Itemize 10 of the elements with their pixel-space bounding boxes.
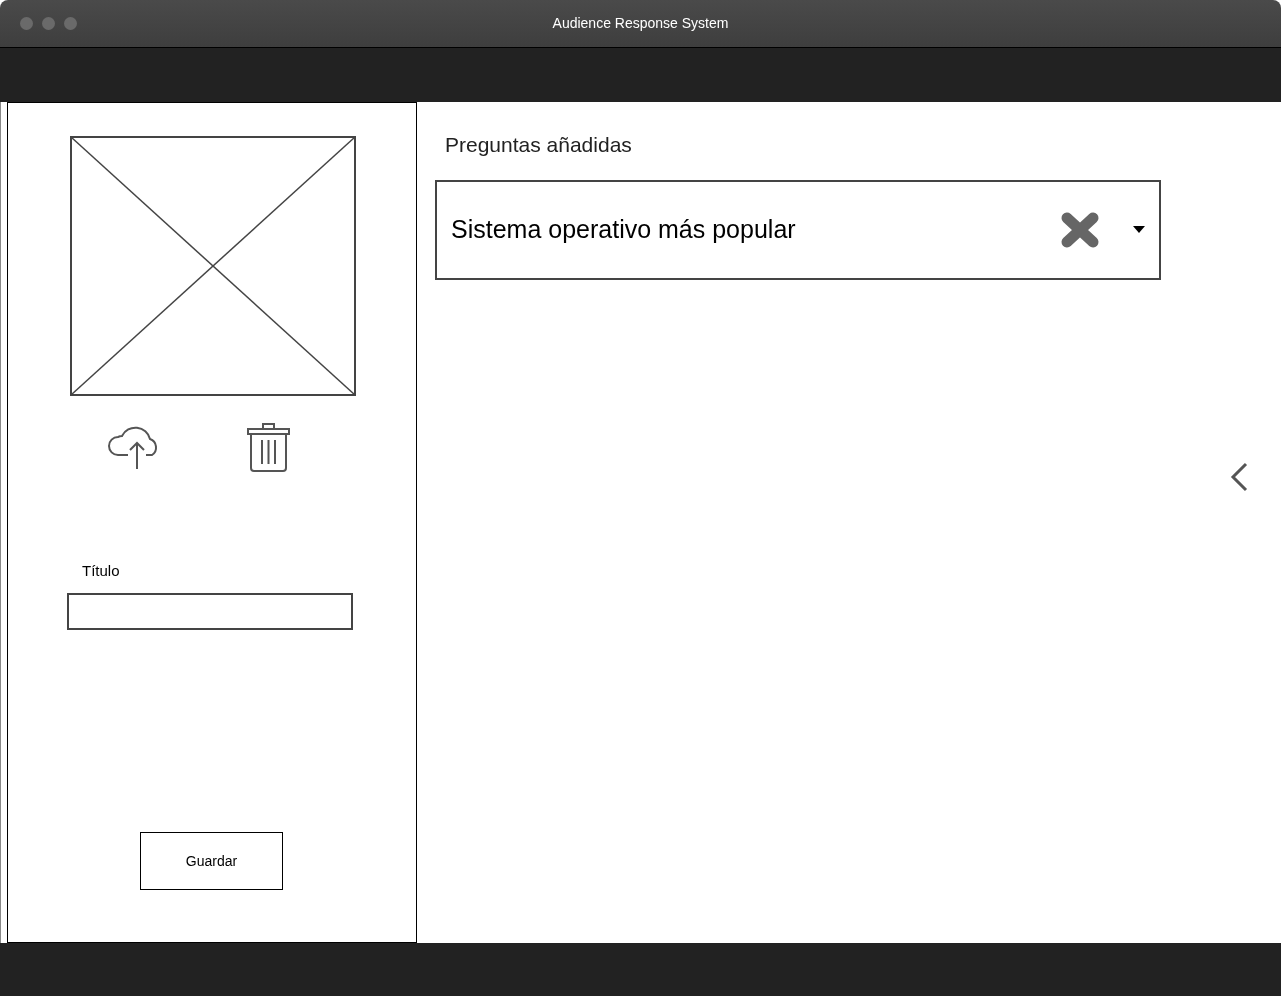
- title-label: Título: [82, 562, 120, 579]
- question-text: Sistema operativo más popular: [451, 213, 797, 245]
- trash-icon[interactable]: [245, 422, 292, 472]
- title-input[interactable]: [67, 593, 353, 630]
- caret-down-icon[interactable]: [1133, 226, 1145, 233]
- question-item[interactable]: Sistema operativo más popular: [435, 179, 1161, 280]
- questions-heading: Preguntas añadidas: [445, 132, 633, 158]
- window-title: Audience Response System: [552, 14, 729, 33]
- chevron-left-icon[interactable]: [1230, 462, 1248, 492]
- save-button[interactable]: Guardar: [140, 832, 283, 890]
